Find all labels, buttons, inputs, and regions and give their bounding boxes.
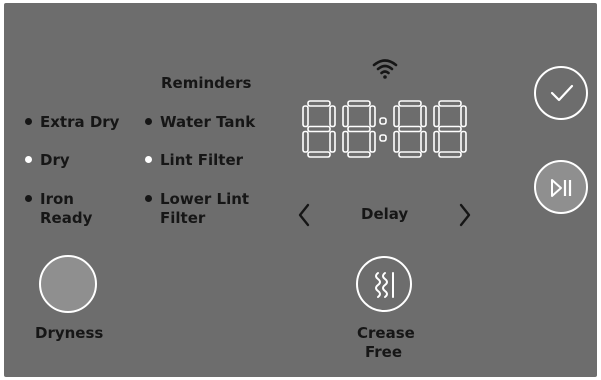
steam-waves-icon bbox=[375, 272, 394, 298]
indicator-extra-dry bbox=[25, 118, 32, 125]
reminder-water-tank: Water Tank bbox=[160, 113, 256, 131]
chevron-right-icon[interactable] bbox=[458, 203, 472, 227]
digit-3-segment-e bbox=[433, 130, 440, 153]
colon-top bbox=[379, 117, 387, 125]
digit-0-segment-d bbox=[307, 151, 331, 158]
indicator-lint-filter bbox=[145, 156, 152, 163]
indicator-iron-ready bbox=[25, 195, 32, 202]
crease-free-label-line2: Free bbox=[365, 343, 403, 361]
delay-label: Delay bbox=[361, 205, 409, 223]
digit-0-segment-b bbox=[329, 105, 336, 128]
digit-1-segment-a bbox=[347, 100, 371, 107]
digit-2-segment-a bbox=[398, 100, 422, 107]
option-iron-ready: Ready bbox=[40, 209, 93, 227]
digit-1-segment-e bbox=[342, 130, 349, 153]
reminder-lint-filter: Lint Filter bbox=[160, 151, 244, 169]
wifi-icon bbox=[372, 59, 398, 79]
dryness-button[interactable] bbox=[39, 255, 97, 313]
digit-3-segment-a bbox=[438, 100, 462, 107]
checkmark-icon bbox=[550, 84, 574, 102]
digit-3-segment-d bbox=[438, 151, 462, 158]
digit-1-segment-g bbox=[347, 125, 371, 133]
digit-2-segment-f bbox=[393, 105, 400, 128]
control-panel bbox=[4, 3, 597, 377]
play-pause-icon bbox=[551, 179, 572, 197]
option-dry: Dry bbox=[40, 151, 70, 169]
digit-0-segment-g bbox=[307, 125, 331, 133]
digit-2-segment-c bbox=[420, 130, 427, 153]
indicator-water-tank bbox=[145, 118, 152, 125]
digit-0-segment-a bbox=[307, 100, 331, 107]
crease-free-label-line1: Crease bbox=[357, 324, 415, 342]
start-button[interactable] bbox=[534, 66, 588, 120]
option-extra-dry: Extra Dry bbox=[40, 113, 120, 131]
digit-1-segment-d bbox=[347, 151, 371, 158]
colon-bottom bbox=[379, 134, 387, 142]
chevron-left-icon[interactable] bbox=[297, 203, 311, 227]
crease-free-button[interactable] bbox=[356, 256, 412, 312]
digit-0-segment-f bbox=[302, 105, 309, 128]
digit-2-segment-b bbox=[420, 105, 427, 128]
digit-3-segment-f bbox=[433, 105, 440, 128]
option-iron: Iron bbox=[40, 190, 74, 208]
indicator-lower-lint-filter bbox=[145, 195, 152, 202]
dryness-button-label: Dryness bbox=[35, 324, 104, 342]
digit-3-segment-g bbox=[438, 125, 462, 133]
indicator-dry bbox=[25, 156, 32, 163]
digit-1-segment-b bbox=[369, 105, 376, 128]
digit-3-segment-b bbox=[460, 105, 467, 128]
digit-3-segment-c bbox=[460, 130, 467, 153]
digit-2-segment-e bbox=[393, 130, 400, 153]
reminders-title: Reminders bbox=[161, 74, 252, 92]
reminder-lower-lint: Lower Lint bbox=[160, 190, 250, 208]
reminder-lower-lint-filter: Filter bbox=[160, 209, 206, 227]
time-display bbox=[302, 100, 467, 158]
digit-0-segment-e bbox=[302, 130, 309, 153]
digit-1-segment-f bbox=[342, 105, 349, 128]
digit-0-segment-c bbox=[329, 130, 336, 153]
play-pause-button[interactable] bbox=[534, 160, 588, 214]
digit-2-segment-g bbox=[398, 125, 422, 133]
digit-1-segment-c bbox=[369, 130, 376, 153]
digit-2-segment-d bbox=[398, 151, 422, 158]
